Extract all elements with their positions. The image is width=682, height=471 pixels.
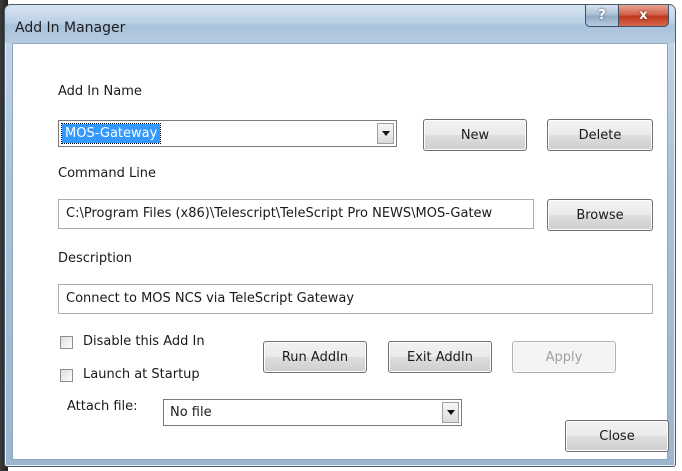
- attach-file-select[interactable]: No file: [163, 399, 462, 426]
- chevron-down-icon: [381, 131, 390, 136]
- close-icon: x: [639, 8, 648, 23]
- help-icon: ?: [598, 8, 606, 23]
- launch-at-startup-checkbox[interactable]: [60, 369, 73, 382]
- launch-at-startup-label: Launch at Startup: [83, 367, 200, 382]
- dialog-client-area: Add In Name MOS-Gateway New Delete Comma…: [12, 43, 669, 460]
- close-button[interactable]: Close: [565, 420, 669, 452]
- delete-button[interactable]: Delete: [547, 119, 653, 151]
- addin-name-dropdown-button[interactable]: [377, 123, 394, 144]
- addin-name-select[interactable]: MOS-Gateway: [58, 120, 397, 147]
- command-line-label: Command Line: [58, 166, 157, 181]
- description-label: Description: [58, 251, 133, 266]
- apply-button: Apply: [512, 341, 616, 373]
- attach-file-dropdown-button[interactable]: [442, 402, 459, 423]
- addin-name-value: MOS-Gateway: [60, 123, 162, 144]
- new-button[interactable]: New: [423, 119, 527, 151]
- run-addin-button[interactable]: Run AddIn: [263, 341, 367, 373]
- add-in-manager-window: Add In Manager ? x Add In Name MOS-Gatew…: [4, 4, 676, 467]
- browse-button[interactable]: Browse: [547, 199, 653, 231]
- disable-addin-label: Disable this Add In: [83, 334, 205, 349]
- window-close-button[interactable]: x: [619, 5, 669, 27]
- title-bar[interactable]: Add In Manager ? x: [5, 5, 675, 43]
- help-button[interactable]: ?: [585, 5, 619, 27]
- chevron-down-icon: [446, 410, 455, 415]
- disable-addin-checkbox[interactable]: [60, 336, 73, 349]
- attach-file-label: Attach file:: [67, 399, 138, 414]
- exit-addin-button[interactable]: Exit AddIn: [388, 341, 492, 373]
- addin-name-label: Add In Name: [58, 84, 142, 99]
- caption-buttons: ? x: [585, 5, 669, 27]
- attach-file-value: No file: [170, 405, 212, 420]
- command-line-field[interactable]: C:\Program Files (x86)\Telescript\TeleSc…: [58, 199, 534, 229]
- window-title: Add In Manager: [15, 20, 126, 36]
- description-field[interactable]: Connect to MOS NCS via TeleScript Gatewa…: [58, 284, 653, 314]
